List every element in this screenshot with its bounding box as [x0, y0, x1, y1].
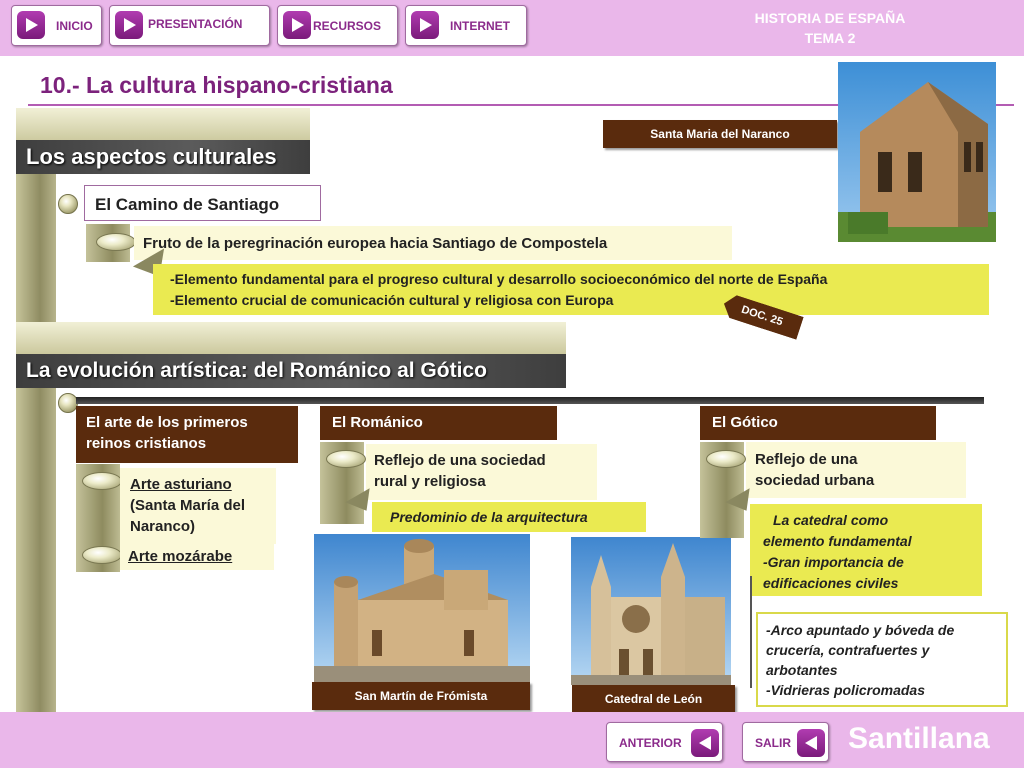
camino-santiago-box[interactable]: El Camino de Santiago [84, 185, 321, 221]
oval-bullet-icon [326, 450, 366, 468]
play-left-icon [797, 729, 825, 757]
arte-asturiano-box[interactable]: Arte asturiano (Santa María del Naranco) [120, 468, 276, 544]
nav-label: PRESENTACIÓN [148, 17, 243, 31]
gotico-detail-line3: -Gran importancia de [763, 554, 904, 570]
course-title: HISTORIA DE ESPAÑA [754, 10, 906, 26]
oval-bullet-icon [82, 472, 122, 490]
photo-santa-maria-del-naranco [838, 62, 996, 242]
gotico-detail-line2: elemento fundamental [763, 533, 912, 549]
camino-details-box: -Elemento fundamental para el progreso c… [153, 264, 989, 315]
arte-asturiano-line2: (Santa María del [130, 497, 246, 514]
play-right-icon [115, 11, 143, 39]
photo-san-martin-fromista [314, 534, 530, 682]
section1-banner-top [16, 108, 310, 144]
gotico-connector [750, 576, 752, 688]
romanico-detail-box: Predominio de la arquitectura [372, 502, 646, 532]
oval-bullet-icon [82, 546, 122, 564]
arte-asturiano-line3: Naranco) [130, 518, 196, 535]
nav-button-recursos[interactable]: RECURSOS [277, 5, 398, 46]
romanico-detail: Predominio de la arquitectura [390, 509, 588, 525]
romanico-sub-box: Reflejo de una sociedad rural y religios… [366, 444, 597, 500]
camino-detail-1: -Elemento fundamental para el progreso c… [170, 271, 828, 287]
section2-banner-top [16, 322, 566, 356]
section2-heading: La evolución artística: del Románico al … [16, 354, 566, 388]
romanico-sub-line2: rural y religiosa [374, 473, 486, 490]
oval-bullet-icon [706, 450, 746, 468]
exit-label: SALIR [755, 736, 791, 750]
col1-title-box: El arte de los primeros reinos cristiano… [76, 406, 298, 463]
col3-title-box: El Gótico [700, 406, 936, 440]
gotico-note-line2: crucería, contrafuertes y [766, 642, 930, 658]
camino-santiago-label: El Camino de Santiago [95, 195, 280, 214]
section1-vertical-bar [16, 174, 56, 324]
arte-mozarabe-link[interactable]: Arte mozárabe [128, 548, 232, 565]
gotico-sub-box: Reflejo de una sociedad urbana [746, 442, 966, 498]
romanico-sub-line1: Reflejo de una sociedad [374, 452, 546, 469]
play-right-icon [411, 11, 439, 39]
gotico-note-line3: arbotantes [766, 662, 838, 678]
course-unit: TEMA 2 [804, 30, 856, 46]
course-header: HISTORIA DE ESPAÑA TEMA 2 [700, 8, 960, 48]
nav-label: INICIO [56, 19, 93, 33]
play-right-icon [17, 11, 45, 39]
arte-mozarabe-box[interactable]: Arte mozárabe [120, 544, 274, 570]
nav-button-inicio[interactable]: INICIO [11, 5, 102, 46]
photo-caption-naranco: Santa Maria del Naranco [603, 120, 837, 148]
camino-detail-2: -Elemento crucial de comunicación cultur… [170, 292, 614, 308]
gotico-sub-line1: Reflejo de una [755, 451, 858, 468]
col2-title-box: El Románico [320, 406, 557, 440]
col1-title-line1: El arte de los primeros [86, 414, 248, 431]
nav-label: INTERNET [450, 19, 510, 33]
prev-button[interactable]: ANTERIOR [606, 722, 723, 762]
gotico-note-line4: -Vidrieras policromadas [766, 682, 925, 698]
gotico-sub-line2: sociedad urbana [755, 472, 875, 489]
camino-origin-text: Fruto de la peregrinación europea hacia … [143, 235, 608, 252]
section2-vertical-bar [16, 388, 56, 714]
slide: INICIO PRESENTACIÓN RECURSOS INTERNET HI… [0, 0, 1024, 768]
photo-caption-leon: Catedral de León [572, 685, 735, 713]
section1-heading: Los aspectos culturales [16, 140, 310, 174]
publisher-logo: Santillana [848, 722, 990, 755]
gotico-detail-line4: edificaciones civiles [763, 575, 899, 591]
play-left-icon [691, 729, 719, 757]
exit-button[interactable]: SALIR [742, 722, 829, 762]
bullet-icon [58, 194, 78, 214]
nav-button-presentacion[interactable]: PRESENTACIÓN [109, 5, 270, 46]
photo-catedral-de-leon [571, 537, 731, 685]
nav-label: RECURSOS [313, 19, 382, 33]
gotico-note-line1: -Arco apuntado y bóveda de [766, 622, 955, 638]
nav-button-internet[interactable]: INTERNET [405, 5, 527, 46]
timeline-bar [76, 397, 984, 404]
photo-caption-fromista: San Martín de Frómista [312, 682, 530, 710]
page-title: 10.- La cultura hispano-cristiana [40, 72, 393, 98]
gotico-detail-line1: La catedral como [773, 512, 889, 528]
arte-asturiano-link[interactable]: Arte asturiano [130, 476, 232, 493]
camino-origin-box: Fruto de la peregrinación europea hacia … [134, 226, 732, 260]
gotico-notes-box: -Arco apuntado y bóveda de crucería, con… [756, 612, 1008, 707]
play-right-icon [283, 11, 311, 39]
oval-bullet-icon [96, 233, 136, 251]
prev-label: ANTERIOR [619, 736, 682, 750]
bullet-icon [58, 393, 78, 413]
col1-title-line2: reinos cristianos [86, 435, 207, 452]
gotico-detail-box: La catedral como elemento fundamental -G… [750, 504, 982, 596]
